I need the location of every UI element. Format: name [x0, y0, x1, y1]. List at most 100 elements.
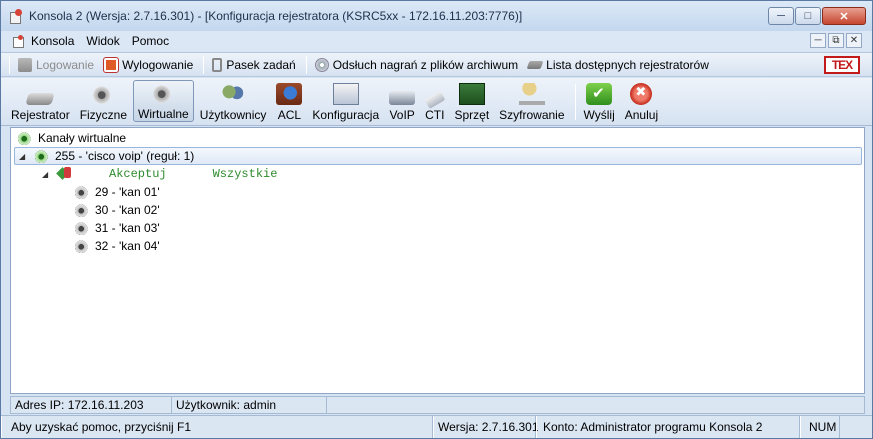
acl-label: ACL — [277, 108, 302, 122]
collapse-arrow-icon[interactable]: ◢ — [42, 170, 52, 179]
window-controls: ─ □ ✕ — [767, 7, 866, 25]
taskbar-label: Pasek zadań — [226, 57, 296, 72]
logout-button[interactable]: Wylogowanie — [103, 56, 194, 73]
document-icon[interactable] — [11, 34, 25, 48]
ip-address-status: Adres IP: 172.16.11.203 — [11, 397, 172, 413]
app-window: Konsola 2 (Wersja: 2.7.16.301) - [Konfig… — [0, 0, 873, 439]
disc-icon — [314, 57, 329, 72]
sprzet-button[interactable]: Sprzęt — [454, 80, 489, 122]
collapse-arrow-icon[interactable]: ◢ — [19, 152, 29, 161]
maximize-button[interactable]: □ — [795, 7, 821, 25]
numlock-indicator: NUM — [800, 416, 840, 438]
mdi-controls: ─ ⧉ ✕ — [808, 33, 862, 48]
tree-channel-row[interactable]: 32 - 'kan 04' — [74, 237, 160, 255]
menu-bar: Konsola Widok Pomoc ─ ⧉ ✕ — [1, 31, 872, 51]
recorder-device-icon — [25, 93, 55, 105]
rejestrator-label: Rejestrator — [11, 108, 70, 122]
brand-logo: TEX — [824, 56, 860, 74]
cti-label: CTI — [425, 108, 445, 122]
szyfrowanie-label: Szyfrowanie — [499, 108, 565, 122]
menu-konsola[interactable]: Konsola — [31, 34, 74, 48]
mdi-close-button[interactable]: ✕ — [846, 33, 862, 48]
channel-label: 32 - 'kan 04' — [95, 239, 160, 253]
voip-button[interactable]: VoIP — [389, 80, 416, 122]
rule-scope: Wszystkie — [212, 167, 278, 181]
version-status: Wersja: 2.7.16.301 — [433, 416, 539, 438]
fizyczne-button[interactable]: Fizyczne — [80, 80, 127, 122]
anuluj-button[interactable]: Anuluj — [625, 80, 658, 122]
wirtualne-label: Wirtualne — [138, 107, 189, 121]
login-label: Logowanie — [36, 57, 95, 72]
minimize-button[interactable]: ─ — [768, 7, 794, 25]
toolbar-separator — [9, 55, 10, 74]
users-icon — [220, 83, 247, 105]
tree-rule-row[interactable]: ◢ Akceptuj Wszystkie — [42, 165, 277, 183]
virtual-channels-tree[interactable]: Kanały wirtualne ◢ 255 - 'cisco voip' (r… — [10, 127, 865, 394]
window-title: Konsola 2 (Wersja: 2.7.16.301) - [Konfig… — [29, 9, 523, 23]
speaker-icon — [74, 238, 90, 254]
checkmark-icon — [586, 83, 613, 105]
tree-group-row[interactable]: ◢ 255 - 'cisco voip' (reguł: 1) — [14, 147, 862, 165]
archive-playback-button[interactable]: Odsłuch nagrań z plików archiwum — [314, 57, 519, 72]
toolbar-separator — [574, 84, 576, 120]
uzytkownicy-label: Użytkownicy — [199, 108, 267, 122]
taskbar-button[interactable]: Pasek zadań — [212, 57, 296, 72]
channel-label: 30 - 'kan 02' — [95, 203, 160, 217]
connection-status-bar: Adres IP: 172.16.11.203 Użytkownik: admi… — [10, 396, 865, 414]
rule-action: Akceptuj — [109, 167, 167, 181]
help-hint: Aby uzyskać pomoc, przyciśnij F1 — [1, 416, 433, 438]
phone-icon — [389, 91, 416, 105]
recorder-icon — [526, 60, 544, 69]
toolbar-separator — [305, 55, 307, 74]
tree-group-label: 255 - 'cisco voip' (reguł: 1) — [55, 149, 195, 163]
paperclip-icon — [212, 57, 223, 72]
login-button[interactable]: Logowanie — [18, 57, 95, 72]
keys-icon — [518, 83, 545, 105]
config-window-icon — [332, 83, 359, 105]
speaker-icon — [90, 83, 117, 105]
mdi-minimize-button[interactable]: ─ — [810, 33, 826, 48]
uzytkownicy-button[interactable]: Użytkownicy — [199, 80, 267, 122]
archive-playback-label: Odsłuch nagrań z plików archiwum — [332, 57, 519, 72]
tree-channel-row[interactable]: 31 - 'kan 03' — [74, 219, 160, 237]
rejestrator-button[interactable]: Rejestrator — [11, 80, 70, 122]
title-bar: Konsola 2 (Wersja: 2.7.16.301) - [Konfig… — [1, 1, 872, 31]
toolbar-separator — [203, 55, 205, 74]
wyslij-label: Wyślij — [583, 108, 615, 122]
speaker-icon — [74, 202, 90, 218]
close-button[interactable]: ✕ — [822, 7, 866, 25]
konfiguracja-label: Konfiguracja — [312, 108, 380, 122]
tree-channel-row[interactable]: 29 - 'kan 01' — [74, 183, 160, 201]
virtual-channels-icon — [17, 130, 33, 146]
wirtualne-button[interactable]: Wirtualne — [133, 80, 194, 122]
cti-button[interactable]: CTI — [424, 80, 446, 122]
channel-label: 29 - 'kan 01' — [95, 185, 160, 199]
tree-channel-row[interactable]: 30 - 'kan 02' — [74, 201, 160, 219]
firewall-icon — [276, 83, 303, 105]
recorder-list-label: Lista dostępnych rejestratorów — [546, 57, 709, 72]
szyfrowanie-button[interactable]: Szyfrowanie — [499, 80, 565, 122]
voip-label: VoIP — [389, 108, 415, 122]
channel-label: 31 - 'kan 03' — [95, 221, 160, 235]
menu-widok[interactable]: Widok — [86, 34, 119, 48]
recorder-list-button[interactable]: Lista dostępnych rejestratorów — [526, 57, 709, 72]
wyslij-button[interactable]: Wyślij — [584, 80, 615, 122]
anuluj-label: Anuluj — [624, 108, 659, 122]
key-icon — [18, 57, 32, 72]
speaker-icon — [74, 184, 90, 200]
acl-button[interactable]: ACL — [276, 80, 303, 122]
app-icon — [9, 9, 23, 24]
config-toolbar: Rejestrator Fizyczne Wirtualne Użytkowni… — [1, 78, 872, 126]
menu-pomoc[interactable]: Pomoc — [132, 34, 169, 48]
rule-icon — [57, 167, 73, 181]
logout-label: Wylogowanie — [122, 57, 194, 72]
tree-root[interactable]: Kanały wirtualne — [17, 129, 126, 147]
cancel-icon — [630, 83, 653, 105]
konfiguracja-button[interactable]: Konfiguracja — [312, 80, 379, 122]
main-toolbar: Logowanie Wylogowanie Pasek zadań Odsłuc… — [1, 52, 872, 77]
speaker-icon — [74, 220, 90, 236]
fizyczne-label: Fizyczne — [79, 108, 128, 122]
account-status: Konto: Administrator programu Konsola 2 — [536, 416, 800, 438]
virtual-speaker-icon — [150, 82, 177, 104]
mdi-restore-button[interactable]: ⧉ — [828, 33, 844, 48]
